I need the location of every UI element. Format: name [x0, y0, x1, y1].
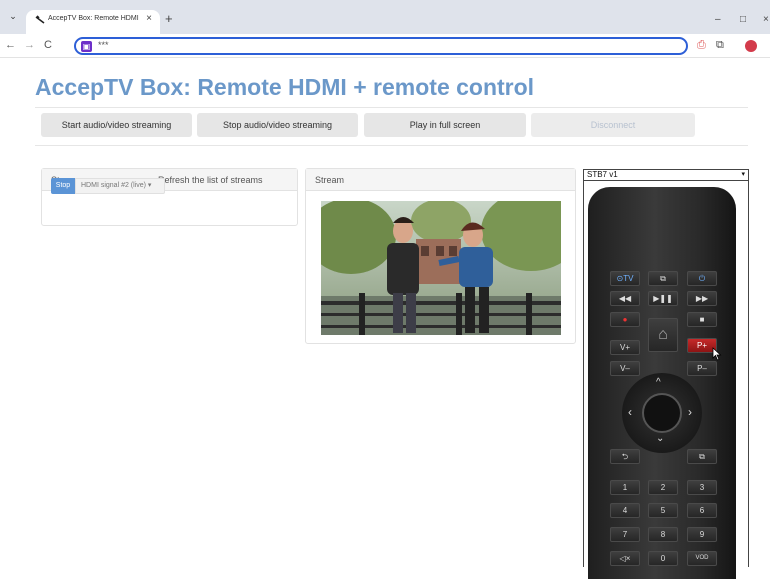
- remote-num-3-button[interactable]: 3: [687, 480, 717, 495]
- remote-num-7-button[interactable]: 7: [610, 527, 640, 542]
- remote-num-1-button[interactable]: 1: [610, 480, 640, 495]
- remote-channel-down-button[interactable]: P–: [687, 361, 717, 376]
- remote-mute-button[interactable]: ◁×: [610, 551, 640, 566]
- streams-panel: Streams Refresh the list of streams Stop…: [41, 168, 298, 226]
- remote-num-5-button[interactable]: 5: [648, 503, 678, 518]
- remote-control: ⊙TV ⧉ ⏻ ◀◀ ▶❚❚ ▶▶ ● ■ ⌂ V+ V– P+ P– ^ ⌄ …: [588, 187, 736, 579]
- tab-close-icon[interactable]: ×: [146, 13, 152, 24]
- divider: [35, 145, 748, 146]
- remote-up-button[interactable]: ^: [656, 377, 661, 388]
- remote-right-button[interactable]: ›: [688, 405, 692, 419]
- remote-down-button[interactable]: ⌄: [656, 433, 664, 444]
- fullscreen-button[interactable]: Play in full screen: [364, 113, 526, 137]
- remote-guide-button[interactable]: ⧉: [687, 449, 717, 464]
- remote-home-button[interactable]: ⌂: [648, 318, 678, 352]
- remote-record-button[interactable]: ●: [610, 312, 640, 327]
- remote-num-9-button[interactable]: 9: [687, 527, 717, 542]
- remote-volume-down-button[interactable]: V–: [610, 361, 640, 376]
- divider: [35, 107, 748, 108]
- back-button[interactable]: ←: [5, 39, 16, 51]
- remote-model-select[interactable]: STB7 v1 ▾: [583, 169, 749, 181]
- tab-search-button[interactable]: ⌄: [6, 9, 20, 23]
- site-info-icon[interactable]: ▣: [81, 41, 92, 52]
- minimize-button[interactable]: –: [715, 14, 721, 26]
- forward-button[interactable]: →: [24, 39, 35, 51]
- remote-num-8-button[interactable]: 8: [648, 527, 678, 542]
- remote-rewind-button[interactable]: ◀◀: [610, 291, 640, 306]
- remote-num-0-button[interactable]: 0: [648, 551, 678, 566]
- browser-tab[interactable]: AccepTV Box: Remote HDMI ×: [26, 10, 160, 34]
- stream-panel-header: Stream: [306, 169, 575, 191]
- remote-left-button[interactable]: ‹: [628, 405, 632, 419]
- remote-model-value: STB7 v1: [587, 170, 618, 179]
- tab-title: AccepTV Box: Remote HDMI: [48, 15, 139, 22]
- remote-input-button[interactable]: ⧉: [648, 271, 678, 286]
- start-streaming-button[interactable]: Start audio/video streaming: [41, 113, 192, 137]
- stop-stream-button[interactable]: Stop: [51, 178, 75, 194]
- browser-tab-bar: ⌄ AccepTV Box: Remote HDMI × + – □ ×: [0, 0, 770, 34]
- profile-avatar-icon[interactable]: [745, 40, 757, 52]
- remote-vod-button[interactable]: VOD: [687, 551, 717, 566]
- remote-stop-button[interactable]: ■: [687, 312, 717, 327]
- video-frame-image: [321, 201, 561, 335]
- install-app-icon[interactable]: ⎙: [697, 39, 706, 51]
- remote-dpad: ^ ⌄ ‹ ›: [622, 373, 702, 453]
- remote-num-4-button[interactable]: 4: [610, 503, 640, 518]
- remote-power-button[interactable]: ⏻: [687, 271, 717, 286]
- maximize-button[interactable]: □: [740, 14, 746, 26]
- stream-select-dropdown[interactable]: HDMI signal #2 (live) ▾: [75, 178, 165, 194]
- remote-volume-up-button[interactable]: V+: [610, 340, 640, 355]
- refresh-streams-link[interactable]: Refresh the list of streams: [158, 169, 263, 191]
- extensions-icon[interactable]: ⧉: [716, 39, 724, 51]
- chevron-down-icon: ▾: [741, 171, 745, 178]
- remote-num-2-button[interactable]: 2: [648, 480, 678, 495]
- address-bar-url: ***: [98, 40, 109, 50]
- close-window-button[interactable]: ×: [763, 14, 769, 26]
- new-tab-button[interactable]: +: [165, 12, 173, 26]
- page-title: AccepTV Box: Remote HDMI + remote contro…: [35, 74, 535, 100]
- remote-back-button[interactable]: ⮌: [610, 449, 640, 464]
- stream-heading: Stream: [315, 175, 345, 185]
- remote-tv-button[interactable]: ⊙TV: [610, 271, 640, 286]
- mouse-cursor-icon: [712, 347, 722, 361]
- remote-fast-forward-button[interactable]: ▶▶: [687, 291, 717, 306]
- address-bar[interactable]: ▣ ***: [74, 37, 688, 55]
- remote-num-6-button[interactable]: 6: [687, 503, 717, 518]
- remote-ok-button[interactable]: [642, 393, 682, 433]
- site-favicon-icon: [35, 15, 45, 25]
- browser-toolbar: ← → C ▣ *** ⎙ ⧉: [0, 34, 770, 58]
- disconnect-button[interactable]: Disconnect: [531, 113, 695, 137]
- reload-button[interactable]: C: [44, 39, 52, 51]
- video-player[interactable]: [321, 201, 561, 335]
- stream-panel: Stream: [305, 168, 576, 344]
- stop-streaming-button[interactable]: Stop audio/video streaming: [197, 113, 358, 137]
- remote-play-pause-button[interactable]: ▶❚❚: [648, 291, 678, 306]
